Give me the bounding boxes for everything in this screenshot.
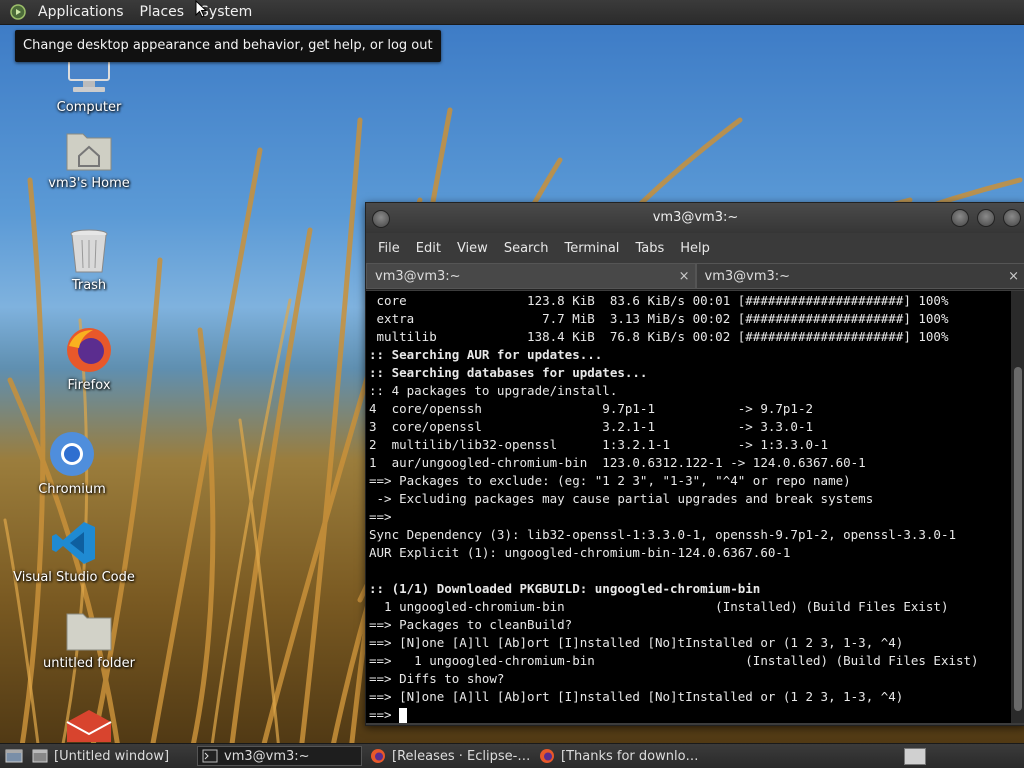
applications-menu[interactable]: Applications bbox=[30, 4, 132, 20]
desktop-icon-untitled-folder[interactable]: untitled folder bbox=[24, 608, 154, 671]
terminal-tab-1[interactable]: vm3@vm3:~ × bbox=[366, 263, 696, 289]
desktop-icon-home[interactable]: vm3's Home bbox=[24, 128, 154, 191]
terminal-line: ==> 1 ungoogled-chromium-bin (Installed)… bbox=[369, 653, 979, 668]
tab-label: vm3@vm3:~ bbox=[375, 269, 461, 284]
taskbar-item-firefox-releases[interactable]: [Releases · Eclipse-… bbox=[366, 746, 531, 766]
terminal-menu-bar: File Edit View Search Terminal Tabs Help bbox=[366, 233, 1024, 263]
terminal-tab-2[interactable]: vm3@vm3:~ × bbox=[695, 263, 1024, 290]
close-button[interactable] bbox=[1003, 209, 1021, 227]
terminal-window[interactable]: vm3@vm3:~ File Edit View Search Terminal… bbox=[365, 202, 1024, 726]
terminal-line: multilib 138.4 KiB 76.8 KiB/s 00:02 [###… bbox=[369, 329, 949, 344]
desktop-icon-label: Trash bbox=[71, 278, 107, 293]
taskbar-item-firefox-thanks[interactable]: [Thanks for downlo… bbox=[535, 746, 700, 766]
minimize-button[interactable] bbox=[951, 209, 969, 227]
terminal-prompt: ==> bbox=[369, 707, 400, 722]
desktop-icon-label: Computer bbox=[56, 100, 122, 115]
terminal-line: AUR Explicit (1): ungoogled-chromium-bin… bbox=[369, 545, 791, 560]
terminal-line: ==> [N]one [A]ll [Ab]ort [I]nstalled [No… bbox=[369, 689, 904, 704]
trash-icon bbox=[70, 229, 108, 273]
task-label: [Untitled window] bbox=[54, 748, 170, 764]
terminal-line: 3 core/openssl 3.2.1-1 -> 3.3.0-1 bbox=[369, 419, 814, 434]
menu-edit[interactable]: Edit bbox=[408, 241, 449, 256]
menu-view[interactable]: View bbox=[449, 241, 496, 256]
terminal-line: 1 aur/ungoogled-chromium-bin 123.0.6312.… bbox=[369, 455, 866, 470]
firefox-icon bbox=[540, 749, 554, 763]
terminal-line: -> Excluding packages may cause partial … bbox=[369, 491, 874, 506]
show-desktop-icon[interactable] bbox=[4, 746, 24, 766]
applications-logo-icon[interactable] bbox=[10, 4, 26, 20]
mouse-cursor-icon bbox=[195, 0, 207, 18]
terminal-line: extra 7.7 MiB 3.13 MiB/s 00:02 [########… bbox=[369, 311, 949, 326]
desktop-icon-label: Chromium bbox=[38, 482, 106, 497]
tab-close-icon[interactable]: × bbox=[1008, 264, 1019, 290]
task-label: [Thanks for downlo… bbox=[561, 748, 699, 764]
bottom-panel: [Untitled window] vm3@vm3:~ [Releases · … bbox=[0, 743, 1024, 768]
window-menu-button[interactable] bbox=[372, 210, 390, 228]
terminal-line: core 123.8 KiB 83.6 KiB/s 00:01 [#######… bbox=[369, 293, 949, 308]
terminal-line: 4 core/openssh 9.7p1-1 -> 9.7p1-2 bbox=[369, 401, 814, 416]
maximize-button[interactable] bbox=[977, 209, 995, 227]
task-label: vm3@vm3:~ bbox=[224, 748, 310, 764]
terminal-line: :: Searching databases for updates... bbox=[369, 365, 648, 380]
terminal-scrollbar[interactable] bbox=[1011, 291, 1024, 723]
terminal-title-bar[interactable]: vm3@vm3:~ bbox=[366, 203, 1024, 233]
terminal-line: :: (1/1) Downloaded PKGBUILD: ungoogled-… bbox=[369, 581, 761, 596]
task-label: [Releases · Eclipse-… bbox=[392, 748, 531, 764]
tab-label: vm3@vm3:~ bbox=[704, 269, 791, 284]
tab-close-icon[interactable]: × bbox=[679, 264, 690, 290]
desktop-icon-label: Firefox bbox=[67, 378, 111, 393]
menu-file[interactable]: File bbox=[370, 241, 408, 256]
scrollbar-thumb[interactable] bbox=[1014, 367, 1022, 711]
folder-icon bbox=[66, 613, 112, 651]
terminal-prompt-line[interactable]: ==> bbox=[369, 706, 1011, 723]
firefox-icon bbox=[67, 328, 111, 372]
app-icon bbox=[66, 710, 112, 742]
chromium-icon bbox=[50, 432, 94, 476]
places-menu[interactable]: Places bbox=[132, 4, 193, 20]
terminal-line: 2 multilib/lib32-openssl 1:3.2.1-1 -> 1:… bbox=[369, 437, 829, 452]
desktop-icon-chromium[interactable]: Chromium bbox=[7, 430, 137, 497]
terminal-icon bbox=[202, 749, 218, 763]
terminal-line: 1 ungoogled-chromium-bin (Installed) (Bu… bbox=[369, 599, 949, 614]
terminal-line: :: 4 packages to upgrade/install. bbox=[369, 383, 618, 398]
vscode-icon bbox=[52, 522, 95, 564]
desktop-icon-label: vm3's Home bbox=[48, 176, 130, 191]
terminal-line: ==> Diffs to show? bbox=[369, 671, 505, 686]
desktop-icon-app[interactable] bbox=[24, 708, 154, 748]
terminal-line: ==> Packages to exclude: (eg: "1 2 3", "… bbox=[369, 473, 851, 488]
window-title: vm3@vm3:~ bbox=[652, 210, 739, 225]
terminal-line: ==> [N]one [A]ll [Ab]ort [I]nstalled [No… bbox=[369, 635, 904, 650]
terminal-output[interactable]: core 123.8 KiB 83.6 KiB/s 00:01 [#######… bbox=[366, 291, 1011, 723]
taskbar-item-untitled-window[interactable]: [Untitled window] bbox=[28, 746, 193, 766]
home-folder-icon bbox=[66, 133, 112, 171]
terminal-line: ==> bbox=[369, 509, 392, 524]
desktop-icon-firefox[interactable]: Firefox bbox=[24, 326, 154, 393]
desktop-icon-label: Visual Studio Code bbox=[13, 570, 135, 585]
terminal-line: Sync Dependency (3): lib32-openssl-1:3.3… bbox=[369, 527, 956, 542]
desktop-icon-trash[interactable]: Trash bbox=[24, 228, 154, 293]
workspace-switcher[interactable] bbox=[904, 748, 926, 765]
menu-help[interactable]: Help bbox=[672, 241, 718, 256]
top-panel: Applications Places System bbox=[0, 0, 1024, 25]
menu-search[interactable]: Search bbox=[496, 241, 557, 256]
taskbar-item-terminal[interactable]: vm3@vm3:~ bbox=[197, 746, 362, 766]
system-menu-tooltip: Change desktop appearance and behavior, … bbox=[15, 30, 441, 62]
desktop-icon-label: untitled folder bbox=[42, 656, 135, 671]
menu-tabs[interactable]: Tabs bbox=[627, 241, 672, 256]
firefox-icon bbox=[371, 749, 385, 763]
desktop-icon-vscode[interactable]: Visual Studio Code bbox=[9, 520, 139, 585]
menu-terminal[interactable]: Terminal bbox=[556, 241, 627, 256]
text-cursor bbox=[399, 708, 408, 723]
window-icon bbox=[32, 749, 48, 763]
terminal-line: :: Searching AUR for updates... bbox=[369, 347, 603, 362]
terminal-tab-bar: vm3@vm3:~ × vm3@vm3:~ × bbox=[366, 263, 1024, 290]
terminal-line: ==> Packages to cleanBuild? bbox=[369, 617, 573, 632]
